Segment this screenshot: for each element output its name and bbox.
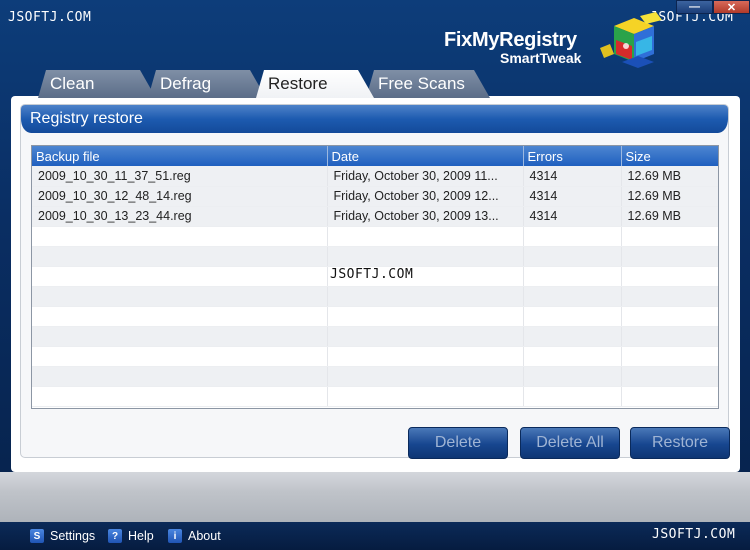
- watermark-bottom-right: JSOFTJ.COM: [652, 527, 736, 542]
- app-window: JSOFTJ.COM JSOFTJ.COM — ✕ FixMyRegistry …: [0, 0, 750, 550]
- column-errors[interactable]: Errors: [523, 146, 622, 166]
- cell-errors: 4314: [523, 186, 622, 207]
- settings-link[interactable]: S Settings: [30, 527, 95, 545]
- table-header-row: Backup file Date Errors Size: [32, 146, 718, 166]
- restore-button[interactable]: Restore: [630, 427, 730, 459]
- watermark-center: JSOFTJ.COM: [330, 267, 414, 282]
- table-row[interactable]: 2009_10_30_11_37_51.reg Friday, October …: [32, 166, 718, 187]
- close-button[interactable]: ✕: [713, 0, 750, 14]
- minimize-button[interactable]: —: [676, 0, 713, 14]
- cell-backup-file: 2009_10_30_12_48_14.reg: [32, 186, 328, 207]
- cell-size: 12.69 MB: [621, 186, 718, 207]
- table-row[interactable]: 2009_10_30_12_48_14.reg Friday, October …: [32, 186, 718, 207]
- cell-size: 12.69 MB: [621, 206, 718, 227]
- tab-free-scans[interactable]: Free Scans: [366, 70, 490, 98]
- logo-title: FixMyRegistry: [444, 29, 577, 51]
- tab-clean[interactable]: Clean: [38, 70, 156, 98]
- empty-row: [32, 346, 718, 367]
- delete-button[interactable]: Delete: [408, 427, 508, 459]
- empty-row: [32, 326, 718, 347]
- help-label: Help: [128, 529, 154, 543]
- footer-bar: S Settings ? Help i About JSOFTJ.COM: [0, 522, 750, 550]
- empty-row: [32, 246, 718, 267]
- info-icon: i: [168, 529, 182, 543]
- settings-icon: S: [30, 529, 44, 543]
- column-date[interactable]: Date: [327, 146, 524, 166]
- tab-restore[interactable]: Restore: [256, 70, 374, 98]
- help-icon: ?: [108, 529, 122, 543]
- about-link[interactable]: i About: [168, 527, 221, 545]
- logo-subtitle: SmartTweak: [500, 50, 582, 66]
- cube-logo-icon: [600, 12, 662, 68]
- table-row[interactable]: 2009_10_30_13_23_44.reg Friday, October …: [32, 206, 718, 227]
- cell-date: Friday, October 30, 2009 12...: [327, 186, 524, 207]
- cell-date: Friday, October 30, 2009 13...: [327, 206, 524, 227]
- window-controls: — ✕: [676, 0, 750, 14]
- group-title: Registry restore: [21, 105, 728, 133]
- cell-errors: 4314: [523, 206, 622, 227]
- help-link[interactable]: ? Help: [108, 527, 154, 545]
- settings-label: Settings: [50, 529, 96, 543]
- cell-backup-file: 2009_10_30_11_37_51.reg: [32, 166, 328, 187]
- column-backup-file[interactable]: Backup file: [32, 146, 328, 166]
- empty-row: [32, 386, 718, 407]
- empty-row: [32, 286, 718, 307]
- about-label: About: [188, 529, 221, 543]
- bottom-band: [0, 472, 750, 522]
- cell-errors: 4314: [523, 166, 622, 187]
- watermark-top-left: JSOFTJ.COM: [8, 10, 92, 25]
- delete-all-button[interactable]: Delete All: [520, 427, 620, 459]
- content-panel: Registry restore Backup file Date Errors…: [11, 96, 740, 472]
- cell-date: Friday, October 30, 2009 11...: [327, 166, 524, 187]
- app-logo: FixMyRegistry SmartTweak: [444, 26, 594, 70]
- tab-defrag[interactable]: Defrag: [148, 70, 266, 98]
- cell-backup-file: 2009_10_30_13_23_44.reg: [32, 206, 328, 227]
- cell-size: 12.69 MB: [621, 166, 718, 187]
- empty-row: [32, 306, 718, 327]
- tab-bar: Clean Defrag Restore Free Scans: [38, 70, 498, 98]
- empty-row: [32, 366, 718, 387]
- column-size[interactable]: Size: [621, 146, 718, 166]
- empty-row: [32, 226, 718, 247]
